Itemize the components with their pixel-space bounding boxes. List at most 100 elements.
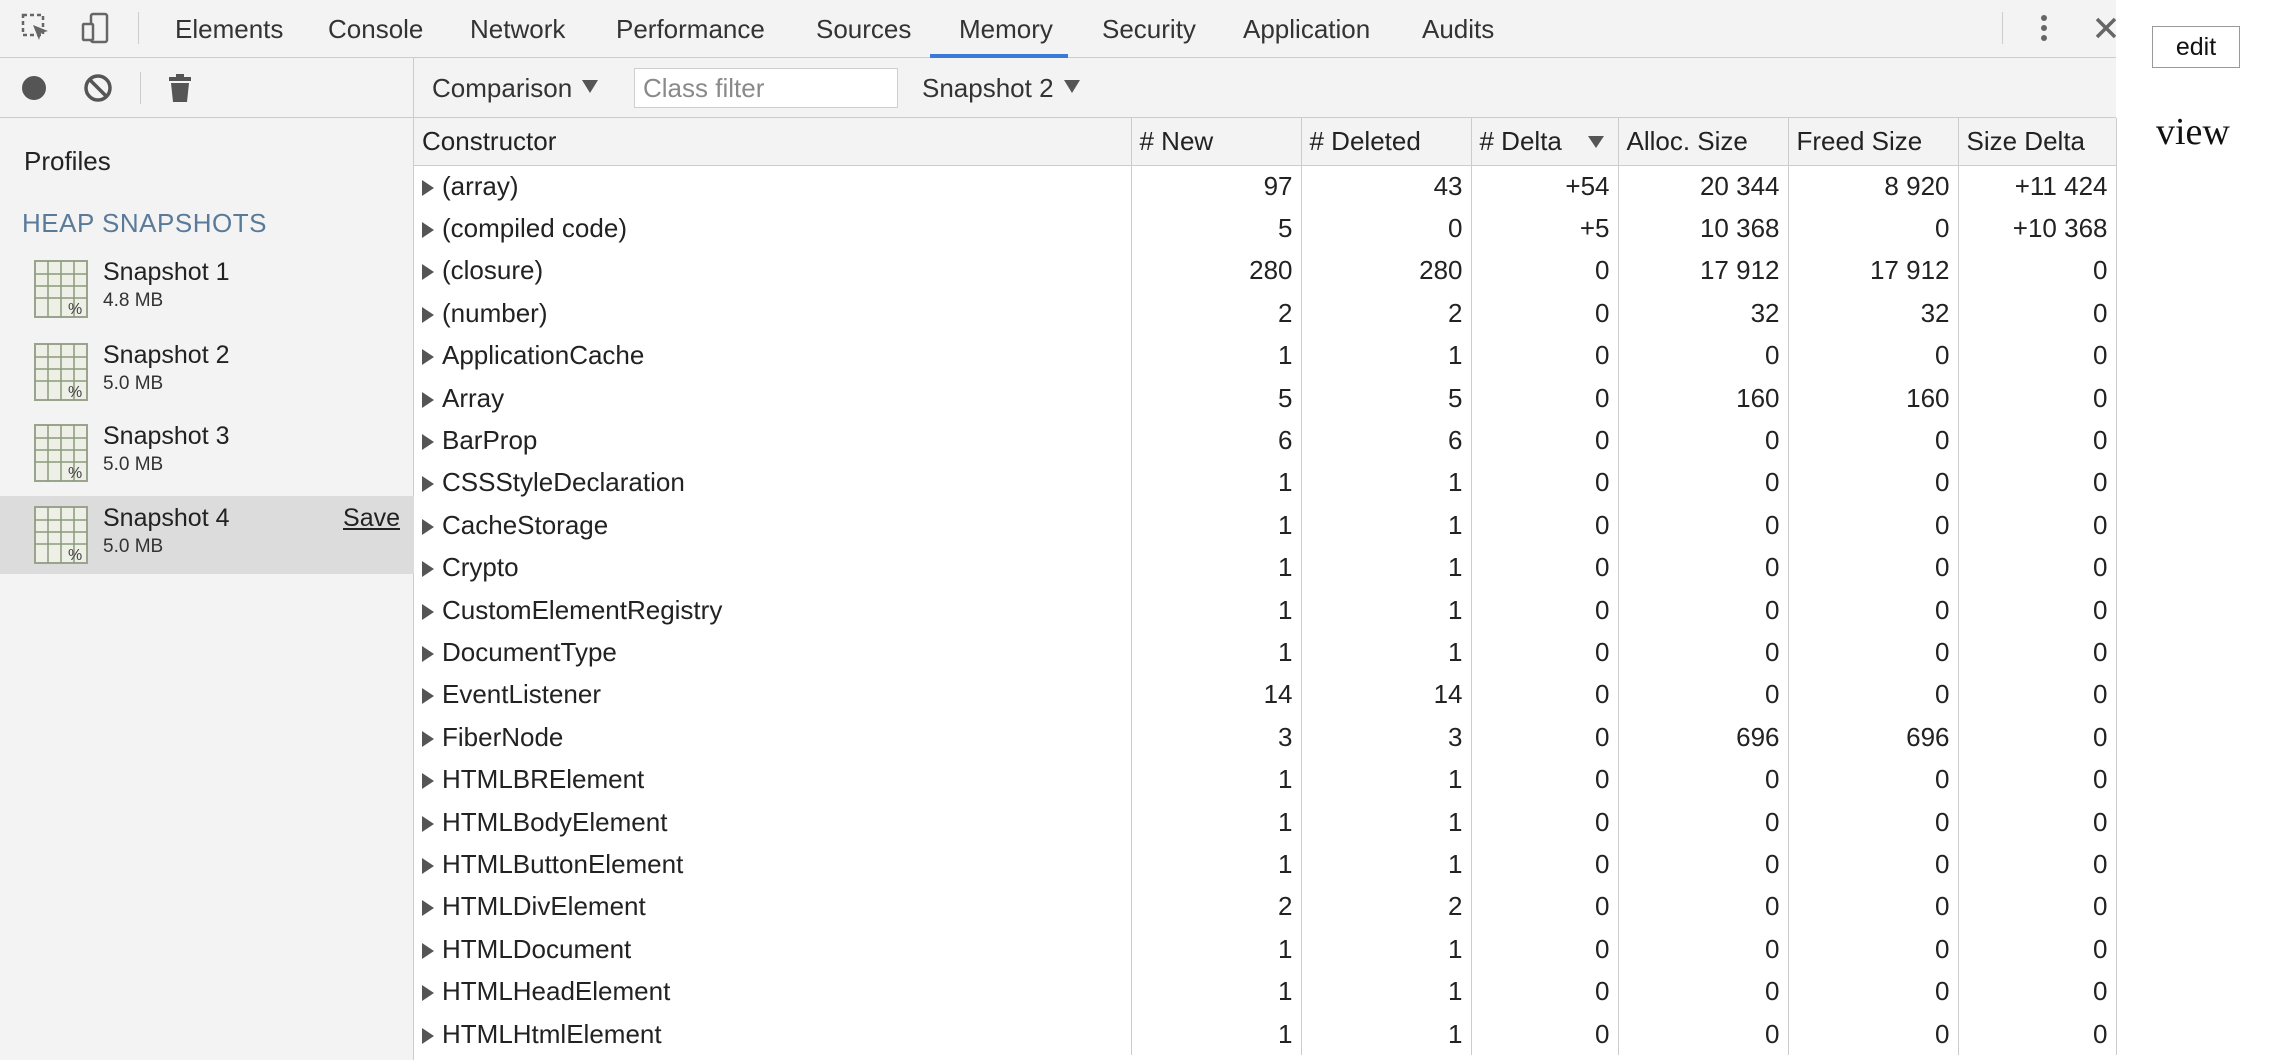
- column-header-alloc-size[interactable]: Alloc. Size: [1618, 118, 1789, 166]
- freed-size-cell: 160: [1788, 376, 1959, 420]
- expand-triangle-icon[interactable]: [422, 857, 434, 874]
- expand-triangle-icon[interactable]: [422, 645, 434, 662]
- edit-button[interactable]: edit: [2152, 26, 2240, 68]
- constructor-cell[interactable]: HTMLBRElement: [414, 758, 1132, 801]
- expand-triangle-icon[interactable]: [422, 264, 434, 281]
- table-row[interactable]: FiberNode 3 3 0 696 696 0: [414, 716, 2117, 759]
- class-filter-input[interactable]: [634, 68, 898, 108]
- expand-triangle-icon[interactable]: [422, 773, 434, 790]
- base-snapshot-dropdown[interactable]: Snapshot 2: [922, 58, 1080, 118]
- table-row[interactable]: HTMLDocument 1 1 0 0 0 0: [414, 928, 2117, 971]
- constructor-cell[interactable]: (array): [414, 165, 1132, 208]
- table-row[interactable]: HTMLBodyElement 1 1 0 0 0 0: [414, 800, 2117, 844]
- constructor-cell[interactable]: HTMLDocument: [414, 928, 1132, 971]
- expand-triangle-icon[interactable]: [422, 985, 434, 1002]
- table-row[interactable]: ApplicationCache 1 1 0 0 0 0: [414, 334, 2117, 377]
- table-row[interactable]: CustomElementRegistry 1 1 0 0 0 0: [414, 588, 2117, 632]
- tab-console[interactable]: Console: [328, 0, 423, 58]
- column-header-deleted[interactable]: # Deleted: [1301, 118, 1472, 166]
- tab-network[interactable]: Network: [470, 0, 565, 58]
- expand-triangle-icon[interactable]: [422, 561, 434, 578]
- expand-triangle-icon[interactable]: [422, 434, 434, 451]
- constructor-cell[interactable]: FiberNode: [414, 716, 1132, 759]
- tab-performance[interactable]: Performance: [616, 0, 765, 58]
- inspect-icon[interactable]: [18, 10, 54, 46]
- freed-size-cell: 0: [1788, 843, 1959, 886]
- table-row[interactable]: DocumentType 1 1 0 0 0 0: [414, 631, 2117, 674]
- table-row[interactable]: EventListener 14 14 0 0 0 0: [414, 673, 2117, 717]
- constructor-cell[interactable]: DocumentType: [414, 631, 1132, 674]
- delta-count-cell: 0: [1471, 461, 1619, 505]
- constructor-cell[interactable]: BarProp: [414, 419, 1132, 462]
- expand-triangle-icon[interactable]: [422, 476, 434, 493]
- constructor-cell[interactable]: Array: [414, 376, 1132, 420]
- table-row[interactable]: (closure) 280 280 0 17 912 17 912 0: [414, 249, 2117, 293]
- constructor-cell[interactable]: CacheStorage: [414, 504, 1132, 547]
- view-mode-dropdown[interactable]: Comparison: [432, 58, 599, 118]
- column-header-size-delta[interactable]: Size Delta: [1958, 118, 2117, 166]
- constructor-cell[interactable]: (closure): [414, 249, 1132, 293]
- table-row[interactable]: HTMLButtonElement 1 1 0 0 0 0: [414, 843, 2117, 886]
- table-row[interactable]: HTMLHtmlElement 1 1 0 0 0 0: [414, 1012, 2117, 1056]
- table-row[interactable]: CSSStyleDeclaration 1 1 0 0 0 0: [414, 461, 2117, 505]
- expand-triangle-icon[interactable]: [422, 391, 434, 408]
- table-row[interactable]: BarProp 6 6 0 0 0 0: [414, 419, 2117, 462]
- column-header-new[interactable]: # New: [1131, 118, 1302, 166]
- tab-memory[interactable]: Memory: [959, 0, 1053, 58]
- trash-icon[interactable]: [162, 70, 198, 106]
- device-toolbar-icon[interactable]: [78, 10, 114, 46]
- record-icon[interactable]: [16, 70, 52, 106]
- snapshot-item-1[interactable]: % Snapshot 1 4.8 MB: [0, 250, 414, 328]
- column-header-freed-size[interactable]: Freed Size: [1788, 118, 1959, 166]
- table-row[interactable]: CacheStorage 1 1 0 0 0 0: [414, 504, 2117, 547]
- expand-triangle-icon[interactable]: [422, 603, 434, 620]
- table-row[interactable]: (compiled code) 5 0 +5 10 368 0 +10 368: [414, 207, 2117, 250]
- more-menu-icon[interactable]: [2026, 10, 2062, 46]
- snapshot-item-4[interactable]: % Snapshot 4 5.0 MB Save: [0, 496, 414, 574]
- constructor-cell[interactable]: HTMLHtmlElement: [414, 1012, 1132, 1056]
- table-row[interactable]: (number) 2 2 0 32 32 0: [414, 292, 2117, 335]
- expand-triangle-icon[interactable]: [422, 815, 434, 832]
- table-row[interactable]: HTMLHeadElement 1 1 0 0 0 0: [414, 970, 2117, 1013]
- expand-triangle-icon[interactable]: [422, 306, 434, 323]
- table-row[interactable]: HTMLBRElement 1 1 0 0 0 0: [414, 758, 2117, 801]
- constructor-cell[interactable]: EventListener: [414, 673, 1132, 717]
- expand-triangle-icon[interactable]: [422, 518, 434, 535]
- table-row[interactable]: Crypto 1 1 0 0 0 0: [414, 546, 2117, 589]
- expand-triangle-icon[interactable]: [422, 900, 434, 917]
- expand-triangle-icon[interactable]: [422, 942, 434, 959]
- constructor-cell[interactable]: HTMLButtonElement: [414, 843, 1132, 886]
- tab-sources[interactable]: Sources: [816, 0, 911, 58]
- tab-application[interactable]: Application: [1243, 0, 1370, 58]
- delta-count-cell: 0: [1471, 800, 1619, 844]
- expand-triangle-icon[interactable]: [422, 179, 434, 196]
- constructor-cell[interactable]: HTMLDivElement: [414, 885, 1132, 929]
- column-header-constructor[interactable]: Constructor: [414, 118, 1132, 166]
- expand-triangle-icon[interactable]: [422, 222, 434, 239]
- tab-audits[interactable]: Audits: [1422, 0, 1494, 58]
- constructor-cell[interactable]: CSSStyleDeclaration: [414, 461, 1132, 505]
- close-icon[interactable]: [2088, 10, 2124, 46]
- constructor-cell[interactable]: Crypto: [414, 546, 1132, 589]
- constructor-cell[interactable]: ApplicationCache: [414, 334, 1132, 377]
- snapshot-item-3[interactable]: % Snapshot 3 5.0 MB: [0, 414, 414, 492]
- tab-security[interactable]: Security: [1102, 0, 1196, 58]
- expand-triangle-icon[interactable]: [422, 349, 434, 366]
- expand-triangle-icon[interactable]: [422, 730, 434, 747]
- table-row[interactable]: Array 5 5 0 160 160 0: [414, 376, 2117, 420]
- table-row[interactable]: (array) 97 43 +54 20 344 8 920 +11 424: [414, 165, 2117, 208]
- tab-elements[interactable]: Elements: [175, 0, 283, 58]
- table-row[interactable]: HTMLDivElement 2 2 0 0 0 0: [414, 885, 2117, 929]
- constructor-cell[interactable]: HTMLBodyElement: [414, 800, 1132, 844]
- profiles-sidebar: Profiles HEAP SNAPSHOTS % Snapshot 1 4.8…: [0, 58, 414, 1060]
- expand-triangle-icon[interactable]: [422, 688, 434, 705]
- save-snapshot-link[interactable]: Save: [343, 504, 400, 533]
- expand-triangle-icon[interactable]: [422, 1027, 434, 1044]
- constructor-cell[interactable]: (compiled code): [414, 207, 1132, 250]
- clear-icon[interactable]: [80, 70, 116, 106]
- constructor-cell[interactable]: HTMLHeadElement: [414, 970, 1132, 1013]
- column-header-delta[interactable]: # Delta: [1471, 118, 1619, 166]
- snapshot-item-2[interactable]: % Snapshot 2 5.0 MB: [0, 333, 414, 411]
- constructor-cell[interactable]: CustomElementRegistry: [414, 588, 1132, 632]
- constructor-cell[interactable]: (number): [414, 292, 1132, 335]
